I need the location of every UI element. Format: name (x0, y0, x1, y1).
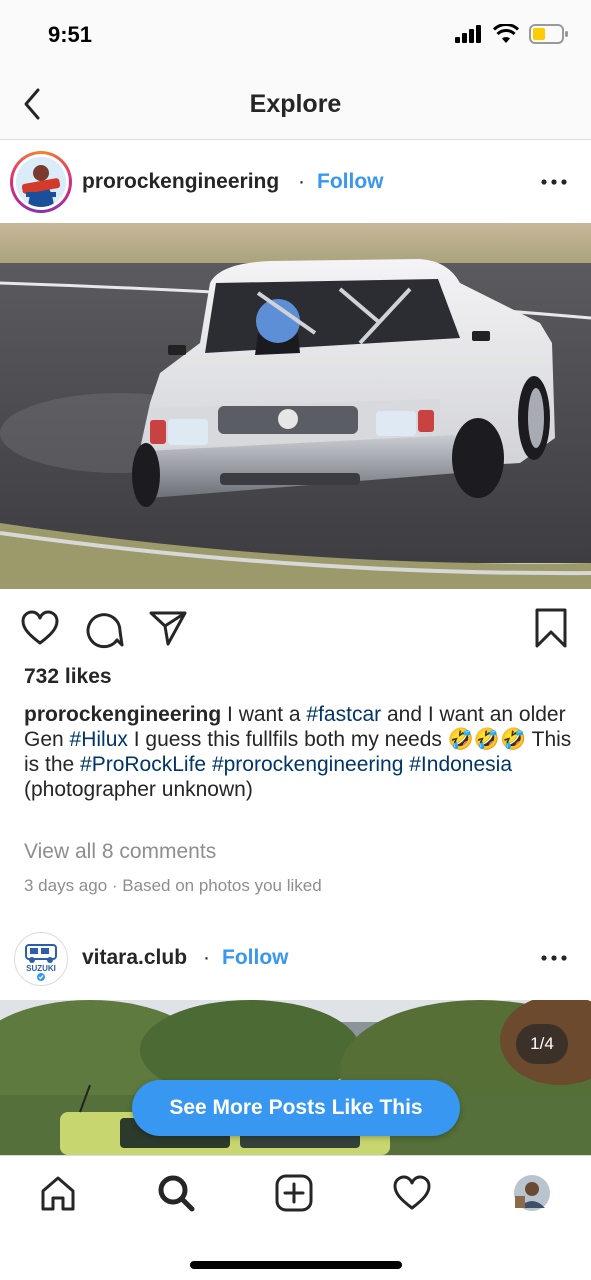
cellular-signal-icon (455, 25, 481, 43)
avatar-brand-text: SUZUKI (26, 964, 56, 973)
status-time: 9:51 (48, 22, 93, 47)
caption-emoji: 🤣🤣🤣 (447, 728, 527, 751)
prorock-logo (16, 157, 66, 207)
post-author-avatar[interactable] (10, 151, 72, 213)
post-header: prorockengineering · Follow (0, 140, 591, 224)
status-icons (455, 24, 569, 44)
drifting-pickup-truck-photo (0, 223, 591, 589)
hashtag-link[interactable]: #ProRockLife (80, 753, 206, 776)
hashtag-link[interactable]: #prorockengineering (212, 753, 403, 776)
tab-home[interactable] (36, 1171, 80, 1215)
post-caption: prorockengineering I want a #fastcar and… (24, 702, 574, 802)
post-timestamp: 3 days ago · Based on photos you liked (24, 876, 322, 895)
page-title: Explore (249, 90, 342, 118)
search-icon (158, 1175, 195, 1212)
status-bar: 9:51 (0, 0, 591, 70)
follow-button[interactable]: Follow (317, 170, 384, 194)
tab-search[interactable] (154, 1171, 198, 1215)
caption-text: I want a (221, 703, 307, 726)
post-author-username[interactable]: vitara.club (82, 946, 187, 970)
avatar (514, 1175, 550, 1211)
home-icon (41, 1176, 75, 1211)
share-direct-icon[interactable] (148, 609, 188, 647)
suzuki-club-logo: SUZUKI (25, 944, 57, 981)
battery-icon (529, 24, 568, 44)
view-all-comments-link[interactable]: View all 8 comments (24, 840, 216, 864)
post-actions (0, 605, 591, 655)
save-bookmark-icon[interactable] (534, 607, 568, 649)
more-options-icon[interactable] (539, 172, 569, 192)
caption-username[interactable]: prorockengineering (24, 703, 221, 726)
heart-icon (393, 1175, 431, 1210)
separator-dot: · (203, 946, 210, 969)
image-counter-badge: 1/4 (516, 1024, 568, 1064)
tab-new-post[interactable] (272, 1171, 316, 1215)
post-author-avatar[interactable]: SUZUKI (14, 932, 68, 986)
comment-icon[interactable] (86, 609, 124, 649)
nav-header: Explore (0, 70, 591, 140)
post-header: SUZUKI vitara.club · Follow (0, 916, 591, 1000)
tab-activity[interactable] (390, 1171, 434, 1215)
wifi-icon (493, 24, 519, 43)
separator-dot: · (298, 170, 305, 193)
tab-profile[interactable] (510, 1171, 554, 1215)
like-count[interactable]: 732 likes (24, 665, 112, 689)
hashtag-link[interactable]: #Indonesia (409, 753, 512, 776)
see-more-posts-button[interactable]: See More Posts Like This (132, 1080, 460, 1136)
like-heart-icon[interactable] (20, 609, 60, 647)
more-options-icon[interactable] (539, 948, 569, 968)
caption-text: (photographer unknown) (24, 778, 253, 801)
post-author-username[interactable]: prorockengineering (82, 170, 279, 194)
follow-button[interactable]: Follow (222, 946, 289, 970)
add-icon (275, 1174, 313, 1212)
hashtag-link[interactable]: #fastcar (306, 703, 381, 726)
post-image[interactable] (0, 223, 591, 589)
hashtag-link[interactable]: #Hilux (70, 728, 128, 751)
home-indicator (190, 1261, 402, 1269)
caption-text: I guess this fullfils both my needs (127, 728, 448, 751)
